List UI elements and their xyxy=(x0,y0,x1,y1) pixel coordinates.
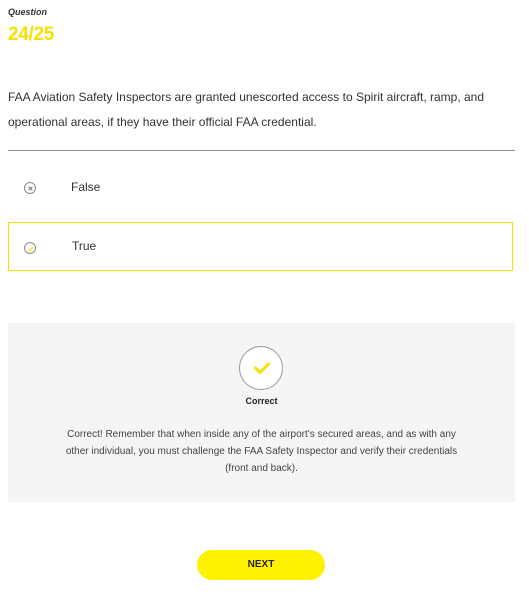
answer-option-true[interactable]: True xyxy=(8,222,513,271)
feedback-title: Correct xyxy=(245,396,278,406)
feedback-text: Correct! Remember that when inside any o… xyxy=(65,429,458,474)
check-icon xyxy=(239,346,283,390)
option-label: False xyxy=(71,180,101,194)
next-button[interactable]: NEXT xyxy=(197,550,325,580)
check-circle-icon xyxy=(24,242,36,254)
question-counter: 24/25 xyxy=(8,24,55,45)
question-label: Question xyxy=(8,7,48,17)
answer-option-false[interactable]: False xyxy=(8,164,513,213)
feedback-panel: Correct Correct! Remember that when insi… xyxy=(8,323,515,502)
option-label: True xyxy=(72,239,97,253)
divider xyxy=(8,150,515,151)
question-text: FAA Aviation Safety Inspectors are grant… xyxy=(8,90,485,129)
close-circle-icon xyxy=(24,182,36,194)
